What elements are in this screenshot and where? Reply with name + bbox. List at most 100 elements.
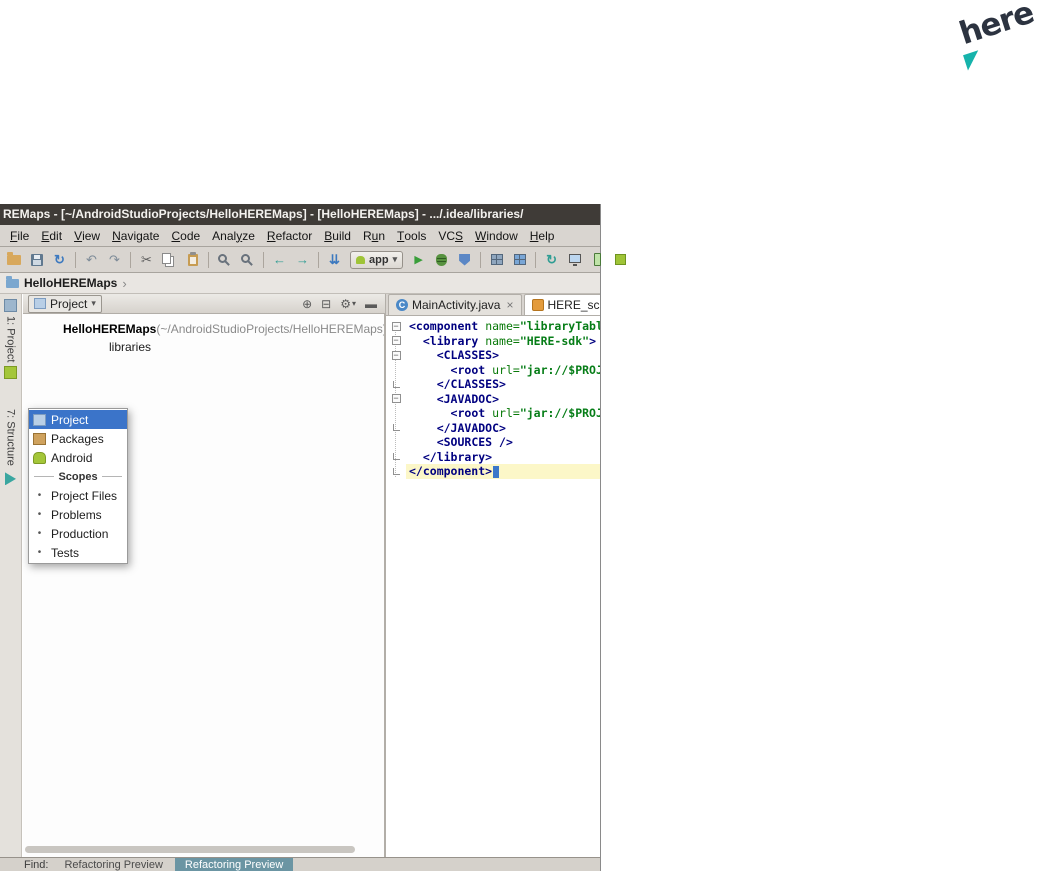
menu-file[interactable]: File <box>4 225 35 246</box>
gradle-sync-icon[interactable]: ↻ <box>541 250 562 270</box>
tab-mainactivity-java[interactable]: C MainActivity.java × <box>388 294 522 315</box>
update-project-icon[interactable]: ⇊ <box>324 250 345 270</box>
menu-view[interactable]: View <box>68 225 106 246</box>
run-config-selector[interactable]: app ▾ <box>350 250 404 269</box>
toolbar-separator <box>318 251 319 268</box>
menu-edit[interactable]: Edit <box>35 225 68 246</box>
menu-run[interactable]: Run <box>357 225 391 246</box>
breadcrumb[interactable]: HelloHEREMaps <box>24 276 117 290</box>
forward-icon[interactable]: → <box>292 250 313 270</box>
menu-build[interactable]: Build <box>318 225 357 246</box>
menu-window[interactable]: Window <box>469 225 524 246</box>
toolbar-separator <box>208 251 209 268</box>
back-icon[interactable]: ← <box>269 250 290 270</box>
save-all-icon[interactable] <box>26 250 47 270</box>
toolbar-separator <box>263 251 264 268</box>
filter-icon[interactable]: ⊕ <box>302 297 312 311</box>
editor-area: C MainActivity.java × HERE_sc − − − − <c… <box>385 294 600 857</box>
fold-end-marker[interactable] <box>392 453 400 461</box>
debug-icon[interactable] <box>431 250 452 270</box>
avd-manager-icon[interactable] <box>587 250 608 270</box>
view-option-packages[interactable]: Packages <box>29 429 127 448</box>
fold-gutter: − − − − <box>386 319 406 479</box>
main-toolbar: ↻ ↶ ↷ ✂ ← → ⇊ app ▾ ▶ ↻ <box>0 247 627 273</box>
refactoring-preview-tab-active[interactable]: Refactoring Preview <box>174 858 294 871</box>
fold-marker[interactable]: − <box>391 394 401 404</box>
tree-item-project-root[interactable]: HelloHEREMaps (~/AndroidStudioProjects/H… <box>63 320 384 338</box>
fold-marker[interactable]: − <box>391 350 401 360</box>
sdk-manager-icon[interactable] <box>610 250 631 270</box>
view-option-android[interactable]: Android <box>29 448 127 467</box>
bullet-icon: • <box>37 547 42 558</box>
code-line: </JAVADOC> <box>436 420 506 435</box>
close-icon[interactable]: × <box>506 298 513 312</box>
chevron-right-icon: › <box>122 275 127 291</box>
menu-analyze[interactable]: Anal y ze <box>206 225 261 246</box>
refactoring-preview-tab[interactable]: Refactoring Preview <box>54 858 172 871</box>
view-option-project[interactable]: Project <box>29 410 127 429</box>
xml-file-icon <box>531 299 544 311</box>
fold-end-marker[interactable] <box>392 424 400 432</box>
redo-icon[interactable]: ↷ <box>104 250 125 270</box>
menu-bar: File Edit View Navigate Code Anal y ze Ref… <box>0 225 600 247</box>
console-icon[interactable] <box>486 250 507 270</box>
code-editor[interactable]: − − − − <component name="libraryTable <box>386 316 600 857</box>
collapse-all-icon[interactable]: ⊟ <box>321 297 331 311</box>
fold-end-marker[interactable] <box>392 467 400 475</box>
toolbar-separator <box>480 251 482 268</box>
view-selector[interactable]: Project ▾ <box>28 294 102 313</box>
code-line: </CLASSES> <box>436 377 506 391</box>
menu-tools[interactable]: Tools <box>391 225 432 246</box>
view-option-production[interactable]: • Production <box>29 524 127 543</box>
code-line: <root url="jar://$PROJE <box>450 406 600 420</box>
project-panel: Project ▾ ⊕ ⊟ ⚙ ▾ ▬ HelloHEREMaps (~/Andr… <box>23 294 385 857</box>
open-file-icon[interactable] <box>3 250 24 270</box>
view-option-tests[interactable]: • Tests <box>29 543 127 562</box>
menu-code[interactable]: Code <box>165 225 206 246</box>
tool-button-structure[interactable]: 7: Structure <box>5 409 17 466</box>
code-line-current: </component> <box>406 464 600 479</box>
project-view-icon <box>34 298 46 309</box>
tab-here-sdk-xml[interactable]: HERE_sc <box>523 294 600 315</box>
fold-end-marker[interactable] <box>392 380 400 388</box>
tool-button-project[interactable]: 1: Project <box>5 316 17 362</box>
scopes-separator: Scopes <box>29 467 127 486</box>
coverage-icon[interactable] <box>454 250 475 270</box>
toolbar-separator <box>535 251 537 268</box>
window-titlebar[interactable]: REMaps - [~/AndroidStudioProjects/HelloH… <box>0 204 600 225</box>
ide-window: REMaps - [~/AndroidStudioProjects/HelloH… <box>0 204 627 871</box>
replace-icon[interactable] <box>237 250 258 270</box>
project-view-icon <box>33 413 46 426</box>
menu-refactor[interactable]: Refactor <box>261 225 318 246</box>
menu-vcs[interactable]: VC S <box>432 225 469 246</box>
hide-panel-icon[interactable]: ▬ <box>365 297 377 311</box>
copy-icon[interactable] <box>159 250 180 270</box>
here-logo: here <box>954 0 1040 76</box>
settings-gear-icon[interactable]: ⚙ ▾ <box>340 297 356 311</box>
layout-editor-icon[interactable] <box>509 250 530 270</box>
run-icon[interactable]: ▶ <box>408 250 429 270</box>
project-tool-icon[interactable] <box>4 299 17 312</box>
view-option-problems[interactable]: • Problems <box>29 505 127 524</box>
here-logo-triangle <box>963 50 984 71</box>
code-line: <SOURCES /> <box>436 435 513 449</box>
synchronize-icon[interactable]: ↻ <box>49 250 70 270</box>
menu-help[interactable]: Help <box>524 225 561 246</box>
packages-view-icon <box>33 432 46 445</box>
android-icon <box>356 255 365 264</box>
view-option-project-files[interactable]: • Project Files <box>29 486 127 505</box>
project-tree[interactable]: HelloHEREMaps (~/AndroidStudioProjects/H… <box>23 314 385 857</box>
tree-item-libraries[interactable]: libraries <box>109 338 151 356</box>
code-line: <component name="libraryTable <box>409 319 600 333</box>
cut-icon[interactable]: ✂ <box>136 250 157 270</box>
undo-icon[interactable]: ↶ <box>81 250 102 270</box>
captures-tool-icon[interactable] <box>4 366 17 380</box>
horizontal-scrollbar[interactable] <box>25 846 355 853</box>
paste-icon[interactable] <box>182 250 203 270</box>
find-icon[interactable] <box>214 250 235 270</box>
menu-navigate[interactable]: Navigate <box>106 225 165 246</box>
favorites-tool-icon[interactable] <box>5 472 16 486</box>
fold-marker[interactable]: − <box>391 321 401 331</box>
fold-marker[interactable]: − <box>391 336 401 346</box>
android-monitor-icon[interactable] <box>564 250 585 270</box>
